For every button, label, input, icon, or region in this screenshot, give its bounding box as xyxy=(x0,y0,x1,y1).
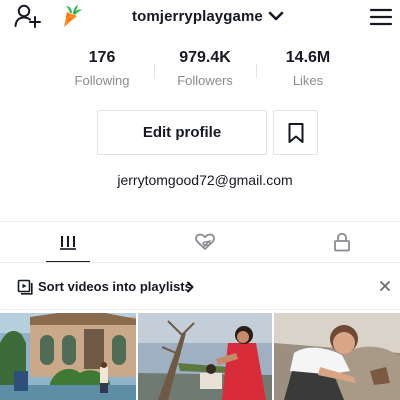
top-bar: tomjerryplaygame xyxy=(0,0,400,34)
video-grid xyxy=(0,313,400,400)
profile-stats: 176 Following 979.4K Followers 14.6M Lik… xyxy=(0,46,400,96)
stat-value: 979.4K xyxy=(179,49,231,66)
username: tomjerryplaygame xyxy=(132,7,263,25)
stat-divider xyxy=(256,64,257,78)
tab-private[interactable] xyxy=(275,222,400,262)
chevron-down-icon xyxy=(268,11,284,21)
stat-label: Following xyxy=(74,73,130,88)
carrot-icon[interactable] xyxy=(58,3,84,29)
bookmark-icon xyxy=(288,122,303,143)
video-thumbnail[interactable] xyxy=(274,313,400,400)
chevron-right-icon xyxy=(187,281,194,293)
stat-following[interactable]: 176 Following xyxy=(52,46,152,90)
playlist-icon xyxy=(17,279,33,295)
playlist-banner[interactable]: Sort videos into playlists xyxy=(0,263,400,309)
stat-label: Followers xyxy=(177,73,233,88)
playlist-banner-text: Sort videos into playlists xyxy=(38,279,192,294)
username-switcher[interactable]: tomjerryplaygame xyxy=(132,5,285,27)
stat-value: 176 xyxy=(88,49,116,66)
divider xyxy=(0,309,400,310)
stat-likes[interactable]: 14.6M Likes xyxy=(258,46,358,90)
tab-videos[interactable] xyxy=(1,222,135,262)
liked-hidden-icon xyxy=(195,233,215,250)
add-user-icon[interactable] xyxy=(14,3,42,29)
video-thumbnail[interactable] xyxy=(138,313,272,400)
close-icon[interactable] xyxy=(378,279,392,293)
lock-icon xyxy=(334,232,350,252)
stat-value: 14.6M xyxy=(285,49,331,66)
video-thumbnail[interactable] xyxy=(0,313,136,400)
stat-followers[interactable]: 979.4K Followers xyxy=(155,46,255,90)
bio-email: jerrytomgood72@gmail.com xyxy=(117,172,293,188)
grid-icon xyxy=(60,236,76,250)
stat-label: Likes xyxy=(292,73,324,88)
menu-icon[interactable] xyxy=(369,6,393,28)
tab-liked[interactable] xyxy=(138,222,272,262)
bookmarks-button[interactable] xyxy=(273,110,318,155)
profile-tabs xyxy=(0,222,400,262)
edit-profile-button[interactable]: Edit profile xyxy=(97,110,267,155)
